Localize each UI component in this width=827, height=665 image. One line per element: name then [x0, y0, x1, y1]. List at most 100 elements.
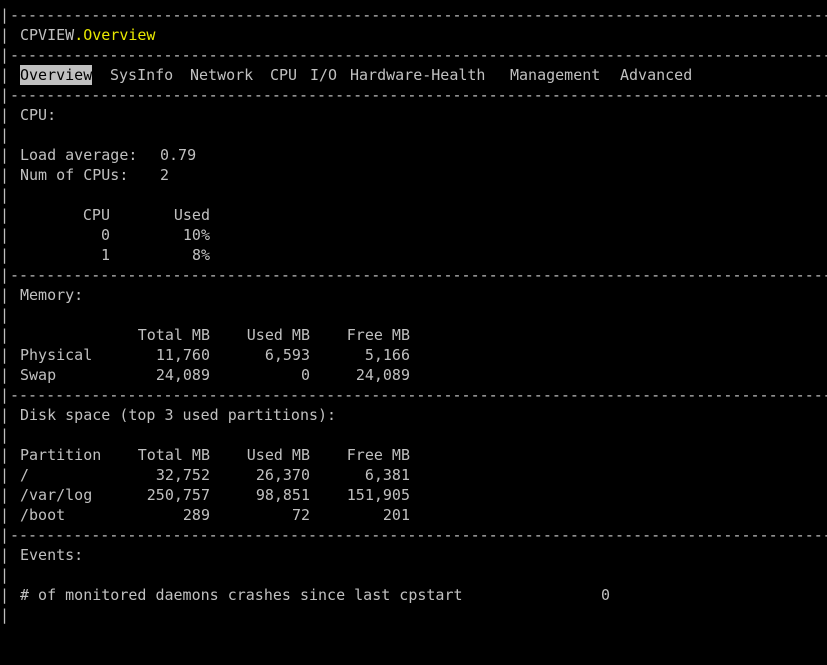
border-bar: | [0, 206, 10, 224]
partition-total: 250,757 [146, 486, 210, 504]
partition-name: / [20, 466, 30, 484]
separator-line: ----------------------------------------… [10, 46, 827, 64]
free-mb-column-header: Free MB [346, 446, 410, 464]
border-bar: | [0, 166, 10, 184]
border-bar: | [0, 186, 10, 204]
memory-section-title: Memory: [20, 286, 84, 304]
memory-free: 24,089 [355, 366, 410, 384]
border-bar: | [0, 306, 10, 324]
partition-free: 151,905 [346, 486, 410, 504]
cpu-used: 8% [191, 246, 210, 264]
num-cpus-label: Num of CPUs: [20, 166, 129, 184]
partition-name: /boot [20, 506, 66, 524]
header-row: | CPVIEW.Overview [0, 25, 827, 45]
disk-section-title: Disk space (top 3 used partitions): [20, 406, 337, 424]
border-bar: | [0, 346, 10, 364]
daemon-crashes-value: 0 [600, 586, 610, 604]
window-title: CPVIEW.Overview [20, 25, 155, 45]
border-bar: | [0, 46, 10, 64]
table-row: | 1 8% [0, 245, 827, 265]
cpu-id: 0 [100, 226, 110, 244]
partition-used: 26,370 [255, 466, 310, 484]
table-row: | /boot 289 72 201 [0, 505, 827, 525]
border-bar: | [0, 326, 10, 344]
separator-line: ----------------------------------------… [10, 266, 827, 284]
border-bar: | [0, 286, 10, 304]
top-border: | --------------------------------------… [0, 5, 827, 25]
partition-name: /var/log [20, 486, 93, 504]
separator-line: ----------------------------------------… [10, 86, 827, 104]
used-mb-column-header: Used MB [246, 446, 310, 464]
memory-table-header: | Total MB Used MB Free MB [0, 325, 827, 345]
memory-section-title-row: | Memory: [0, 285, 827, 305]
table-row: | Physical 11,760 6,593 5,166 [0, 345, 827, 365]
partition-total: 289 [182, 506, 210, 524]
border-bar: | [0, 506, 10, 524]
memory-used: 0 [300, 366, 310, 384]
border-bar: | [0, 6, 10, 24]
partition-total: 32,752 [155, 466, 210, 484]
border-bar: | [0, 546, 10, 564]
blank-row: | [0, 125, 827, 145]
total-mb-column-header: Total MB [137, 446, 210, 464]
section-separator: | --------------------------------------… [0, 385, 827, 405]
daemon-crashes-row: | # of monitored daemons crashes since l… [0, 585, 827, 605]
tab-bar: | Overview SysInfo Network CPU I/O Hardw… [0, 65, 827, 85]
tab-overview[interactable]: Overview [20, 65, 93, 85]
separator-line: ----------------------------------------… [10, 386, 827, 404]
border-bar: | [0, 86, 10, 104]
border-bar: | [0, 66, 10, 84]
used-mb-column-header: Used MB [246, 326, 310, 344]
border-bar: | [0, 366, 10, 384]
separator-line: ----------------------------------------… [10, 6, 827, 24]
tab-sysinfo[interactable]: SysInfo [110, 65, 173, 85]
border-bar: | [0, 606, 10, 624]
tab-advanced[interactable]: Advanced [620, 65, 692, 85]
border-bar: | [0, 386, 10, 404]
total-mb-column-header: Total MB [137, 326, 210, 344]
section-separator: | --------------------------------------… [0, 525, 827, 545]
border-bar: | [0, 566, 10, 584]
used-column-header: Used [173, 206, 210, 224]
tab-management[interactable]: Management [510, 65, 600, 85]
disk-section-title-row: | Disk space (top 3 used partitions): [0, 405, 827, 425]
partition-free: 6,381 [364, 466, 410, 484]
cpu-section-title: CPU: [20, 106, 57, 124]
load-average-label: Load average: [20, 146, 138, 164]
tab-hardware-health[interactable]: Hardware-Health [350, 65, 485, 85]
disk-table-header: | Partition Total MB Used MB Free MB [0, 445, 827, 465]
border-bar: | [0, 126, 10, 144]
tab-separator: | --------------------------------------… [0, 85, 827, 105]
border-bar: | [0, 586, 10, 604]
border-bar: | [0, 266, 10, 284]
free-mb-column-header: Free MB [346, 326, 410, 344]
events-section-title-row: | Events: [0, 545, 827, 565]
memory-type: Physical [20, 346, 93, 364]
border-bar: | [0, 106, 10, 124]
app-name: CPVIEW [20, 26, 75, 44]
cpu-column-header: CPU [82, 206, 110, 224]
cpu-id: 1 [100, 246, 110, 264]
border-bar: | [0, 26, 10, 44]
blank-row: | [0, 425, 827, 445]
table-row: | Swap 24,089 0 24,089 [0, 365, 827, 385]
border-bar: | [0, 526, 10, 544]
tab-cpu[interactable]: CPU [270, 65, 297, 85]
border-bar: | [0, 486, 10, 504]
current-view-name: Overview [83, 26, 156, 44]
blank-row: | [0, 565, 827, 585]
num-cpus-row: | Num of CPUs: 2 [0, 165, 827, 185]
cpu-section-title-row: | CPU: [0, 105, 827, 125]
blank-row: | [0, 185, 827, 205]
section-separator: | --------------------------------------… [0, 265, 827, 285]
border-bar: | [0, 146, 10, 164]
header-separator: | --------------------------------------… [0, 45, 827, 65]
blank-row: | [0, 305, 827, 325]
load-average-value: 0.79 [160, 146, 197, 164]
num-cpus-value: 2 [160, 166, 170, 184]
title-separator: . [74, 26, 84, 44]
tab-network[interactable]: Network [190, 65, 253, 85]
border-bar: | [0, 226, 10, 244]
tab-io[interactable]: I/O [310, 65, 337, 85]
partition-used: 72 [291, 506, 310, 524]
